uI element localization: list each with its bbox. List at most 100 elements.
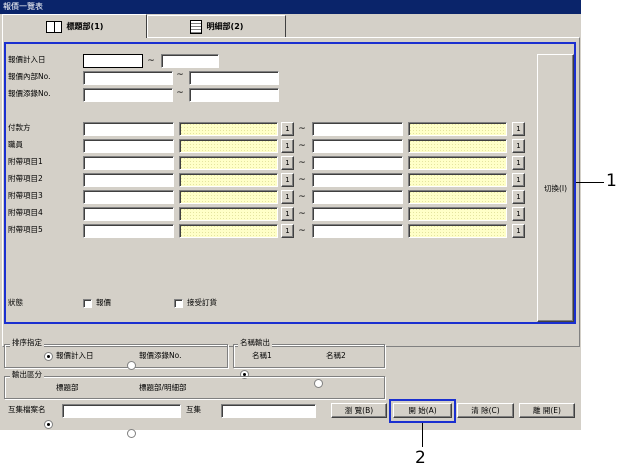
tab-header[interactable]: 標題部(1) <box>2 14 147 38</box>
detail-from-name-field <box>179 139 278 153</box>
status-order-label: 接受訂貨 <box>187 298 217 307</box>
range-separator: ~ <box>298 158 306 168</box>
detail-from-name-field <box>179 190 278 204</box>
detail-from-name-field <box>179 207 278 221</box>
highlight-box-2 <box>389 399 456 423</box>
detail-from-code-field[interactable] <box>83 156 174 170</box>
detail-row-label: 附帶項目2 <box>8 174 43 183</box>
detail-to-lookup-button[interactable]: 1 <box>512 173 525 187</box>
detail-from-name-field <box>179 122 278 136</box>
detail-to-lookup-button[interactable]: 1 <box>512 190 525 204</box>
detail-to-code-field[interactable] <box>312 173 403 187</box>
sort-addno-label: 報價添錄No. <box>139 351 182 360</box>
close-button[interactable]: 離 開(E) <box>519 403 575 418</box>
range-separator: ~ <box>298 175 306 185</box>
detail-from-code-field[interactable] <box>83 224 174 238</box>
name1-label: 名稱1 <box>252 351 272 360</box>
close-button-label: 離 開(E) <box>533 406 561 415</box>
clear-button-label: 清 除(C) <box>471 406 500 415</box>
detail-to-code-field[interactable] <box>312 224 403 238</box>
detail-to-lookup-button[interactable]: 1 <box>512 207 525 221</box>
detail-to-name-field <box>408 156 507 170</box>
tab-detail-label: 明細部(2) <box>206 22 244 31</box>
status-label: 狀態 <box>8 298 23 307</box>
name-output-title: 名稱輸出 <box>238 338 272 348</box>
detail-row-label: 付款方 <box>8 123 31 132</box>
detail-to-lookup-button[interactable]: 1 <box>512 122 525 136</box>
status-order-checkbox[interactable] <box>174 299 183 308</box>
sort-date-radio[interactable] <box>44 352 53 361</box>
switch-button-label: 切換(I) <box>543 183 568 193</box>
detail-from-lookup-button[interactable]: 1 <box>281 224 294 238</box>
browse-button[interactable]: 瀏 覽(B) <box>331 403 387 418</box>
detail-to-name-field <box>408 224 507 238</box>
range-separator: ~ <box>298 209 306 219</box>
detail-from-code-field[interactable] <box>83 207 174 221</box>
detail-to-name-field <box>408 139 507 153</box>
detail-to-name-field <box>408 122 507 136</box>
detail-from-code-field[interactable] <box>83 190 174 204</box>
name2-label: 名稱2 <box>326 351 346 360</box>
detail-to-lookup-button[interactable]: 1 <box>512 139 525 153</box>
status-quote-label: 報價 <box>96 298 111 307</box>
range-separator: ~ <box>176 70 184 80</box>
collection-field[interactable] <box>221 404 316 418</box>
detail-from-lookup-button[interactable]: 1 <box>281 207 294 221</box>
add-no-from-field[interactable] <box>83 88 173 102</box>
callout-number-2: 2 <box>415 448 426 468</box>
internal-no-from-field[interactable] <box>83 71 173 85</box>
range-separator: ~ <box>298 141 306 151</box>
add-no-label: 報價添錄No. <box>8 89 51 98</box>
internal-no-label: 報價內部No. <box>8 72 51 81</box>
detail-to-code-field[interactable] <box>312 156 403 170</box>
tab-header-label: 標題部(1) <box>66 22 104 31</box>
clear-button[interactable]: 清 除(C) <box>457 403 514 418</box>
output-header-radio[interactable] <box>44 420 53 429</box>
output-both-radio[interactable] <box>127 429 136 438</box>
browse-button-label: 瀏 覽(B) <box>344 406 374 415</box>
status-quote-checkbox[interactable] <box>83 299 92 308</box>
detail-from-code-field[interactable] <box>83 173 174 187</box>
switch-button[interactable]: 切換(I) <box>537 54 574 322</box>
detail-from-lookup-button[interactable]: 1 <box>281 139 294 153</box>
detail-row-label: 附帶項目4 <box>8 208 43 217</box>
sort-group-title: 排序指定 <box>10 338 44 348</box>
detail-row-label: 附帶項目1 <box>8 157 43 166</box>
callout-line-2 <box>422 423 423 447</box>
detail-from-name-field <box>179 224 278 238</box>
detail-to-lookup-button[interactable]: 1 <box>512 156 525 170</box>
quote-date-to-field[interactable] <box>161 54 219 68</box>
detail-to-code-field[interactable] <box>312 122 403 136</box>
sort-addno-radio[interactable] <box>127 361 136 370</box>
detail-to-lookup-button[interactable]: 1 <box>512 224 525 238</box>
collection-label: 互集 <box>186 405 201 414</box>
output-header-label: 標題部 <box>56 383 79 392</box>
detail-from-code-field[interactable] <box>83 139 174 153</box>
internal-no-to-field[interactable] <box>189 71 279 85</box>
detail-to-code-field[interactable] <box>312 190 403 204</box>
callout-line-1 <box>576 182 604 183</box>
tab-detail[interactable]: 明細部(2) <box>147 15 286 37</box>
detail-to-name-field <box>408 190 507 204</box>
detail-from-lookup-button[interactable]: 1 <box>281 173 294 187</box>
detail-row-label: 附帶項目3 <box>8 191 43 200</box>
detail-from-code-field[interactable] <box>83 122 174 136</box>
detail-from-lookup-button[interactable]: 1 <box>281 156 294 170</box>
book-icon <box>45 20 62 33</box>
detail-to-code-field[interactable] <box>312 139 403 153</box>
detail-to-name-field <box>408 173 507 187</box>
detail-from-name-field <box>179 173 278 187</box>
detail-from-name-field <box>179 156 278 170</box>
detail-row-label: 職員 <box>8 140 23 149</box>
detail-row-label: 附帶項目5 <box>8 225 43 234</box>
range-separator: ~ <box>147 56 155 66</box>
detail-from-lookup-button[interactable]: 1 <box>281 122 294 136</box>
callout-number-1: 1 <box>606 171 617 191</box>
output-both-label: 標題部/明細部 <box>139 383 187 392</box>
detail-from-lookup-button[interactable]: 1 <box>281 190 294 204</box>
document-icon <box>189 19 202 34</box>
detail-to-code-field[interactable] <box>312 207 403 221</box>
add-no-to-field[interactable] <box>189 88 279 102</box>
file-name-field[interactable] <box>62 404 181 418</box>
quote-date-from-field[interactable] <box>83 54 143 68</box>
